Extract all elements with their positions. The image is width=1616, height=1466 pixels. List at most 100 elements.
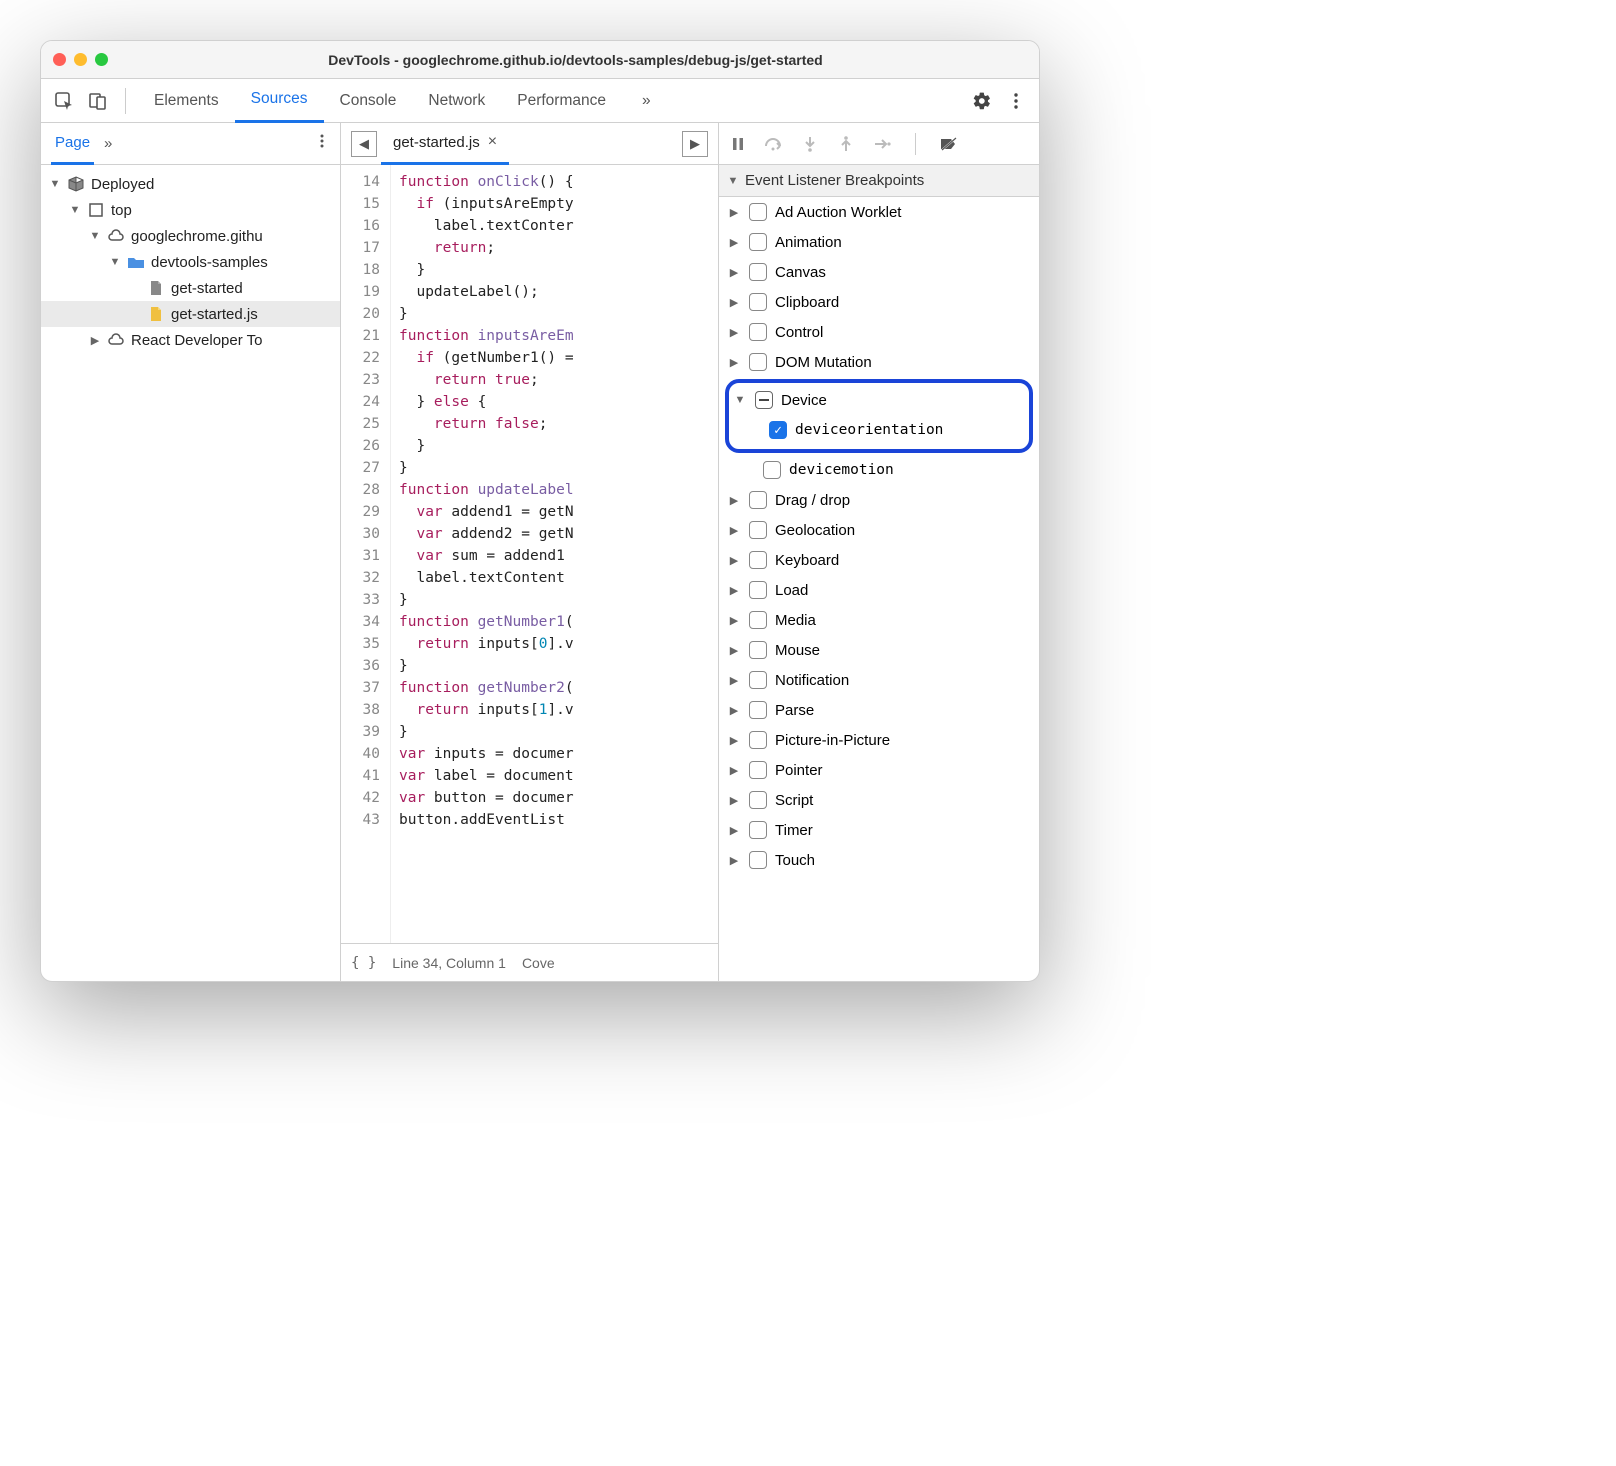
disclosure-icon[interactable] xyxy=(727,704,741,717)
tree-item[interactable]: get-started.js xyxy=(41,301,340,327)
disclosure-icon[interactable] xyxy=(109,256,121,268)
code-editor[interactable]: 1415161718192021222324252627282930313233… xyxy=(341,165,718,943)
checkbox[interactable] xyxy=(749,851,767,869)
tree-item[interactable]: googlechrome.githu xyxy=(41,223,340,249)
checkbox[interactable] xyxy=(749,203,767,221)
breakpoint-category[interactable]: Load xyxy=(719,575,1039,605)
breakpoint-category[interactable]: Drag / drop xyxy=(719,485,1039,515)
breakpoint-category[interactable]: Animation xyxy=(719,227,1039,257)
checkbox[interactable] xyxy=(749,641,767,659)
pause-resume-icon[interactable] xyxy=(727,133,749,155)
checkbox[interactable] xyxy=(749,521,767,539)
tab-performance[interactable]: Performance xyxy=(501,79,622,123)
section-disclosure-icon[interactable] xyxy=(727,175,739,187)
navigator-overflow-button[interactable]: » xyxy=(104,135,112,152)
tab-elements[interactable]: Elements xyxy=(138,79,235,123)
breakpoint-category[interactable]: Notification xyxy=(719,665,1039,695)
checkbox[interactable] xyxy=(749,233,767,251)
checkbox[interactable] xyxy=(749,551,767,569)
tabs-overflow-button[interactable]: » xyxy=(626,79,667,123)
disclosure-icon[interactable] xyxy=(727,206,741,219)
settings-gear-icon[interactable] xyxy=(967,86,997,116)
checkbox[interactable] xyxy=(749,293,767,311)
breakpoint-category[interactable]: Timer xyxy=(719,815,1039,845)
breakpoint-category[interactable]: Keyboard xyxy=(719,545,1039,575)
checkbox[interactable] xyxy=(749,323,767,341)
inspect-element-icon[interactable] xyxy=(49,86,79,116)
deactivate-breakpoints-icon[interactable] xyxy=(938,133,960,155)
tab-console[interactable]: Console xyxy=(324,79,413,123)
checkbox[interactable]: ✓ xyxy=(769,421,787,439)
disclosure-icon[interactable] xyxy=(49,178,61,190)
disclosure-icon[interactable] xyxy=(727,644,741,657)
tab-network[interactable]: Network xyxy=(412,79,501,123)
breakpoint-category[interactable]: Pointer xyxy=(719,755,1039,785)
checkbox[interactable] xyxy=(749,491,767,509)
breakpoint-category[interactable]: Mouse xyxy=(719,635,1039,665)
navigator-more-icon[interactable] xyxy=(314,133,330,154)
tab-sources[interactable]: Sources xyxy=(235,79,324,123)
checkbox[interactable] xyxy=(749,581,767,599)
breakpoint-category[interactable]: Geolocation xyxy=(719,515,1039,545)
file-tab-close-icon[interactable]: × xyxy=(488,133,497,151)
tree-item[interactable]: React Developer To xyxy=(41,327,340,353)
step-over-icon[interactable] xyxy=(763,133,785,155)
window-maximize-button[interactable] xyxy=(95,53,108,66)
editor-nav-forward-icon[interactable]: ▶ xyxy=(682,131,708,157)
window-minimize-button[interactable] xyxy=(74,53,87,66)
disclosure-icon[interactable] xyxy=(727,614,741,627)
disclosure-icon[interactable] xyxy=(727,764,741,777)
checkbox[interactable] xyxy=(755,391,773,409)
step-into-icon[interactable] xyxy=(799,133,821,155)
breakpoint-category[interactable]: Canvas xyxy=(719,257,1039,287)
checkbox[interactable] xyxy=(749,701,767,719)
tree-item[interactable]: top xyxy=(41,197,340,223)
checkbox[interactable] xyxy=(749,731,767,749)
disclosure-icon[interactable] xyxy=(727,266,741,279)
breakpoint-category[interactable]: Media xyxy=(719,605,1039,635)
more-menu-icon[interactable] xyxy=(1001,86,1031,116)
breakpoint-event[interactable]: devicemotion xyxy=(719,455,1039,485)
disclosure-icon[interactable] xyxy=(727,674,741,687)
disclosure-icon[interactable] xyxy=(69,204,81,216)
disclosure-icon[interactable] xyxy=(89,334,101,347)
disclosure-icon[interactable] xyxy=(727,236,741,249)
breakpoint-category[interactable]: Control xyxy=(719,317,1039,347)
breakpoint-category[interactable]: Device xyxy=(729,385,1029,415)
breakpoint-category[interactable]: Clipboard xyxy=(719,287,1039,317)
disclosure-icon[interactable] xyxy=(727,356,741,369)
checkbox[interactable] xyxy=(749,791,767,809)
breakpoints-section-header[interactable]: Event Listener Breakpoints xyxy=(719,165,1039,197)
breakpoint-category[interactable]: Script xyxy=(719,785,1039,815)
breakpoint-category[interactable]: Picture-in-Picture xyxy=(719,725,1039,755)
disclosure-icon[interactable] xyxy=(733,394,747,406)
disclosure-icon[interactable] xyxy=(727,584,741,597)
step-out-icon[interactable] xyxy=(835,133,857,155)
tree-item[interactable]: devtools-samples xyxy=(41,249,340,275)
step-icon[interactable] xyxy=(871,133,893,155)
disclosure-icon[interactable] xyxy=(727,524,741,537)
code-content[interactable]: function onClick() { if (inputsAreEmpty … xyxy=(391,165,718,943)
tree-item[interactable]: get-started xyxy=(41,275,340,301)
disclosure-icon[interactable] xyxy=(727,554,741,567)
file-tab[interactable]: get-started.js × xyxy=(381,123,509,165)
breakpoint-category[interactable]: Touch xyxy=(719,845,1039,875)
checkbox[interactable] xyxy=(749,611,767,629)
editor-nav-back-icon[interactable]: ◀ xyxy=(351,131,377,157)
pretty-print-icon[interactable]: { } xyxy=(351,955,376,971)
page-tab[interactable]: Page xyxy=(51,123,94,165)
disclosure-icon[interactable] xyxy=(727,794,741,807)
checkbox[interactable] xyxy=(749,761,767,779)
checkbox[interactable] xyxy=(749,263,767,281)
window-close-button[interactable] xyxy=(53,53,66,66)
breakpoint-category[interactable]: Parse xyxy=(719,695,1039,725)
checkbox[interactable] xyxy=(749,821,767,839)
checkbox[interactable] xyxy=(749,671,767,689)
tree-item[interactable]: Deployed xyxy=(41,171,340,197)
disclosure-icon[interactable] xyxy=(727,824,741,837)
checkbox[interactable] xyxy=(763,461,781,479)
checkbox[interactable] xyxy=(749,353,767,371)
disclosure-icon[interactable] xyxy=(727,326,741,339)
disclosure-icon[interactable] xyxy=(727,854,741,867)
disclosure-icon[interactable] xyxy=(727,494,741,507)
